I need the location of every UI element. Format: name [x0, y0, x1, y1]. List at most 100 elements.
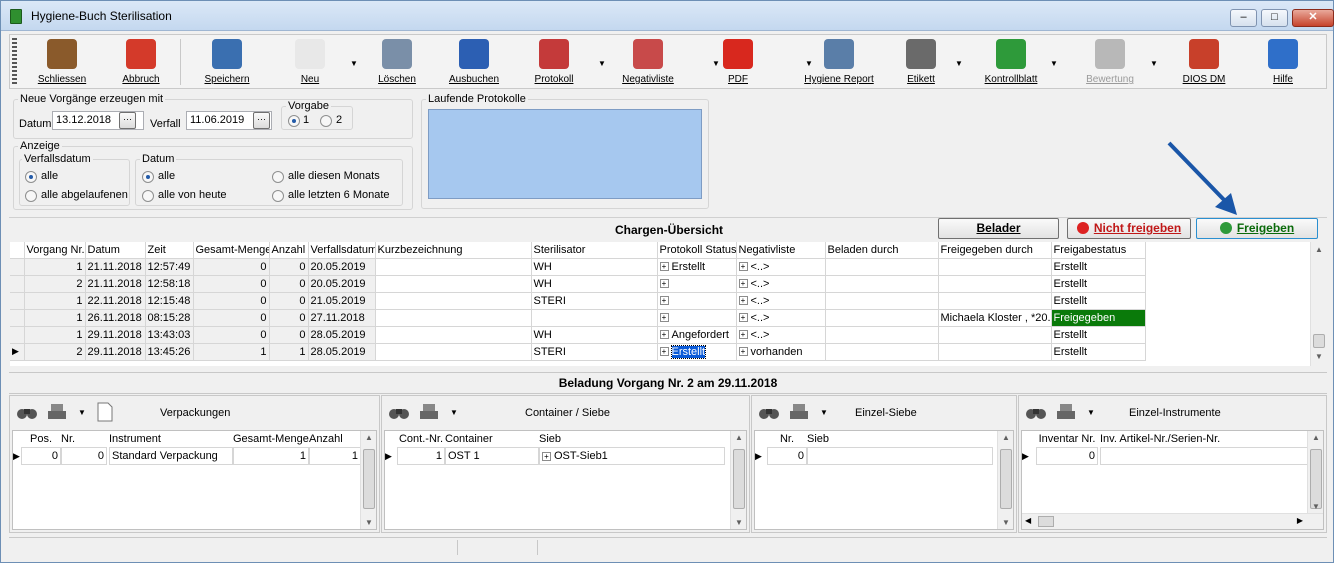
scroll-up-icon[interactable]: ▲: [1002, 433, 1010, 442]
instrumente-grid[interactable]: Inventar Nr. 0 Inv. Artikel-Nr./Serien-Nr.…: [1021, 430, 1324, 530]
scroll-up-icon[interactable]: ▲: [365, 433, 373, 442]
cell-steri[interactable]: WH: [531, 326, 658, 344]
cell-menge[interactable]: 0: [193, 258, 270, 276]
vertical-scrollbar[interactable]: ▲ ▼: [997, 431, 1013, 529]
row-selector[interactable]: ▶: [385, 447, 395, 465]
printer-icon[interactable]: [418, 402, 440, 422]
scroll-down-icon[interactable]: ▼: [365, 518, 373, 527]
toolbar-löschen-button[interactable]: Löschen: [368, 37, 426, 87]
vertical-scrollbar[interactable]: ▲ ▼: [360, 431, 376, 529]
scroll-thumb[interactable]: [1038, 516, 1054, 527]
toolbar-negativliste-button[interactable]: Negativliste: [613, 37, 683, 87]
column-header[interactable]: Anzahl: [309, 433, 361, 447]
einzelsiebe-grid[interactable]: Nr. 0 Sieb ▶ ▲ ▼: [754, 430, 1014, 530]
expand-icon[interactable]: +: [659, 313, 669, 323]
expand-icon[interactable]: +: [738, 262, 748, 272]
cell-neg[interactable]: + <..>: [736, 309, 826, 327]
expand-icon[interactable]: +: [738, 279, 748, 289]
datum-6monate-radio[interactable]: [272, 190, 284, 202]
toolbar-schliessen-button[interactable]: Schliessen: [33, 37, 91, 87]
cell-status[interactable]: Erstellt: [1051, 275, 1146, 293]
table-row[interactable]: 1 21.11.2018 12:57:49 0 0 20.05.2019 WH + Erstel…: [10, 258, 1146, 276]
cell-proto[interactable]: +: [657, 292, 737, 310]
row-selector[interactable]: [10, 309, 25, 327]
cell-frei_durch[interactable]: [938, 258, 1052, 276]
toolbar-abbruch-button[interactable]: Abbruch: [113, 37, 169, 87]
cell-nr[interactable]: 2: [24, 275, 86, 293]
table-cell[interactable]: 0: [61, 447, 107, 465]
cell-steri[interactable]: [531, 309, 658, 327]
column-header[interactable]: Inv. Artikel-Nr./Serien-Nr.: [1100, 433, 1310, 447]
scroll-up-icon[interactable]: ▲: [1315, 245, 1323, 254]
expand-icon[interactable]: +: [659, 279, 669, 289]
cell-datum[interactable]: 21.11.2018: [85, 258, 146, 276]
table-row[interactable]: ▶ 2 29.11.2018 13:45:26 1 1 28.05.2019 STERI + Er…: [10, 343, 1146, 361]
cell-kurz[interactable]: [375, 258, 532, 276]
row-selector[interactable]: ▶: [1022, 447, 1032, 465]
cell-frei_durch[interactable]: Michaela Kloster , *20.: [938, 309, 1052, 327]
cell-datum[interactable]: 29.11.2018: [85, 343, 146, 361]
cell-status[interactable]: Freigegeben: [1051, 309, 1146, 327]
column-header[interactable]: Verfallsdatum: [308, 242, 376, 259]
scroll-thumb[interactable]: [733, 449, 745, 509]
vorgabe-1-radio[interactable]: [288, 115, 300, 127]
table-cell[interactable]: 1: [309, 447, 361, 465]
scroll-down-icon[interactable]: ▼: [735, 518, 743, 527]
table-cell[interactable]: 0: [1036, 447, 1098, 465]
cell-status[interactable]: Erstellt: [1051, 343, 1146, 361]
printer-icon[interactable]: [46, 402, 68, 422]
scroll-thumb[interactable]: [363, 449, 375, 509]
cell-frei_durch[interactable]: [938, 292, 1052, 310]
column-header[interactable]: Negativliste: [736, 242, 826, 259]
toolbar-kontrollblatt-button[interactable]: Kontrollblatt: [968, 37, 1054, 87]
cell-zeit[interactable]: 12:58:18: [145, 275, 194, 293]
cell-menge[interactable]: 0: [193, 292, 270, 310]
column-header[interactable]: Freigegeben durch: [938, 242, 1052, 259]
cell-anzahl[interactable]: 1: [269, 343, 309, 361]
cell-beladen[interactable]: [825, 343, 939, 361]
column-header[interactable]: Kurzbezeichnung: [375, 242, 532, 259]
cell-neg[interactable]: + vorhanden: [736, 343, 826, 361]
cell-zeit[interactable]: 13:43:03: [145, 326, 194, 344]
expand-icon[interactable]: +: [738, 330, 748, 340]
table-row[interactable]: 1 26.11.2018 08:15:28 0 0 27.11.2018 + + <..> Mic…: [10, 309, 1146, 327]
close-button[interactable]: ✕: [1292, 9, 1334, 27]
dropdown-arrow-icon[interactable]: ▼: [450, 408, 458, 417]
cell-proto[interactable]: + Angefordert: [657, 326, 737, 344]
container-grid[interactable]: Cont.-Nr. 1 Container OST 1 Sieb + OST-Sieb1 ▶ ▲…: [384, 430, 747, 530]
cell-beladen[interactable]: [825, 275, 939, 293]
column-header[interactable]: Zeit: [145, 242, 194, 259]
table-cell[interactable]: 0: [21, 447, 61, 465]
verpackungen-grid[interactable]: Pos. 0 Nr. 0 Instrument Standard Verpackung Ge…: [12, 430, 377, 530]
toolbar-dios-dm-button[interactable]: DIOS DM: [1168, 37, 1240, 87]
verfall-alle-radio[interactable]: [25, 171, 37, 183]
scroll-down-icon[interactable]: ▼: [1002, 518, 1010, 527]
cell-nr[interactable]: 1: [24, 258, 86, 276]
column-header[interactable]: Pos.: [21, 433, 61, 447]
expand-icon[interactable]: +: [738, 313, 748, 323]
column-header[interactable]: Sieb: [539, 433, 725, 447]
chargen-scrollbar[interactable]: ▲ ▼: [1310, 242, 1327, 366]
nicht-freigeben-button[interactable]: Nicht freigeben: [1067, 218, 1191, 239]
laufende-protokolle-list[interactable]: [428, 109, 702, 199]
cell-frei_durch[interactable]: [938, 275, 1052, 293]
cell-steri[interactable]: WH: [531, 275, 658, 293]
cell-nr[interactable]: 1: [24, 292, 86, 310]
expand-icon[interactable]: +: [659, 296, 669, 306]
cell-neg[interactable]: + <..>: [736, 292, 826, 310]
toolbar-hilfe-button[interactable]: Hilfe: [1255, 37, 1311, 87]
cell-frei_durch[interactable]: [938, 343, 1052, 361]
cell-zeit[interactable]: 13:45:26: [145, 343, 194, 361]
cell-kurz[interactable]: [375, 309, 532, 327]
row-selector[interactable]: ▶: [755, 447, 765, 465]
cell-kurz[interactable]: [375, 343, 532, 361]
belader-button[interactable]: Belader: [938, 218, 1059, 239]
cell-status[interactable]: Erstellt: [1051, 258, 1146, 276]
column-header[interactable]: Gesamt-Menge: [233, 433, 309, 447]
cell-frei_durch[interactable]: [938, 326, 1052, 344]
cell-kurz[interactable]: [375, 275, 532, 293]
cell-proto[interactable]: +: [657, 275, 737, 293]
table-cell[interactable]: 0: [767, 447, 807, 465]
cell-neg[interactable]: + <..>: [736, 326, 826, 344]
scroll-down-icon[interactable]: ▼: [1312, 502, 1320, 511]
